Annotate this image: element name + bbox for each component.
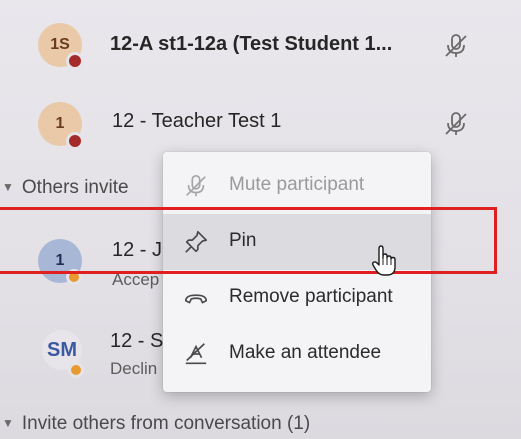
participants-panel: 1S 12-A st1-12a (Test Student 1... 1 12 … <box>0 0 521 439</box>
invite-status: Accep <box>112 270 160 289</box>
menu-item-make-attendee[interactable]: Make an attendee <box>163 326 431 382</box>
chevron-down-icon: ▼ <box>2 180 14 194</box>
participant-row[interactable]: 1S 12-A st1-12a (Test Student 1... <box>0 0 521 96</box>
hang-up-icon <box>183 285 209 311</box>
menu-item-label: Make an attendee <box>229 342 382 363</box>
menu-item-mute-participant[interactable]: Mute participant <box>163 158 431 214</box>
menu-item-remove-participant[interactable]: Remove participant <box>163 270 431 326</box>
menu-item-label: Pin <box>229 230 257 251</box>
others-invited-header[interactable]: ▼ Others invite <box>2 177 129 199</box>
avatar-initials: 1S <box>50 36 70 53</box>
participant-row[interactable]: 1 12 - Teacher Test 1 <box>0 96 521 156</box>
chevron-down-icon: ▼ <box>2 416 14 430</box>
avatar-initials: SM <box>47 338 77 361</box>
invite-from-conversation-header[interactable]: ▼ Invite others from conversation (1) <box>2 413 310 435</box>
presence-status-icon <box>66 132 84 150</box>
mic-muted-icon <box>183 173 209 199</box>
avatar-initials: 1 <box>55 252 65 269</box>
invite-status: Declin <box>110 359 158 378</box>
presence-status-icon <box>66 52 84 70</box>
pin-icon <box>183 229 209 255</box>
participant-name: 12 - S <box>110 330 164 352</box>
mic-muted-icon[interactable] <box>442 110 470 143</box>
make-attendee-icon <box>183 341 209 367</box>
section-header-label: Others invite <box>21 177 129 198</box>
hand-cursor-icon <box>370 244 398 278</box>
menu-item-label: Remove participant <box>229 286 393 307</box>
participant-name: 12-A st1-12a (Test Student 1... <box>110 33 393 55</box>
mic-muted-icon[interactable] <box>442 32 470 65</box>
avatar-initials: 1 <box>55 115 65 132</box>
presence-status-icon <box>66 269 82 285</box>
menu-item-label: Mute participant <box>229 174 365 195</box>
participant-name: 12 - J <box>112 239 163 261</box>
presence-status-icon <box>68 362 84 378</box>
section-header-label: Invite others from conversation (1) <box>21 413 311 434</box>
participant-name: 12 - Teacher Test 1 <box>112 110 282 132</box>
